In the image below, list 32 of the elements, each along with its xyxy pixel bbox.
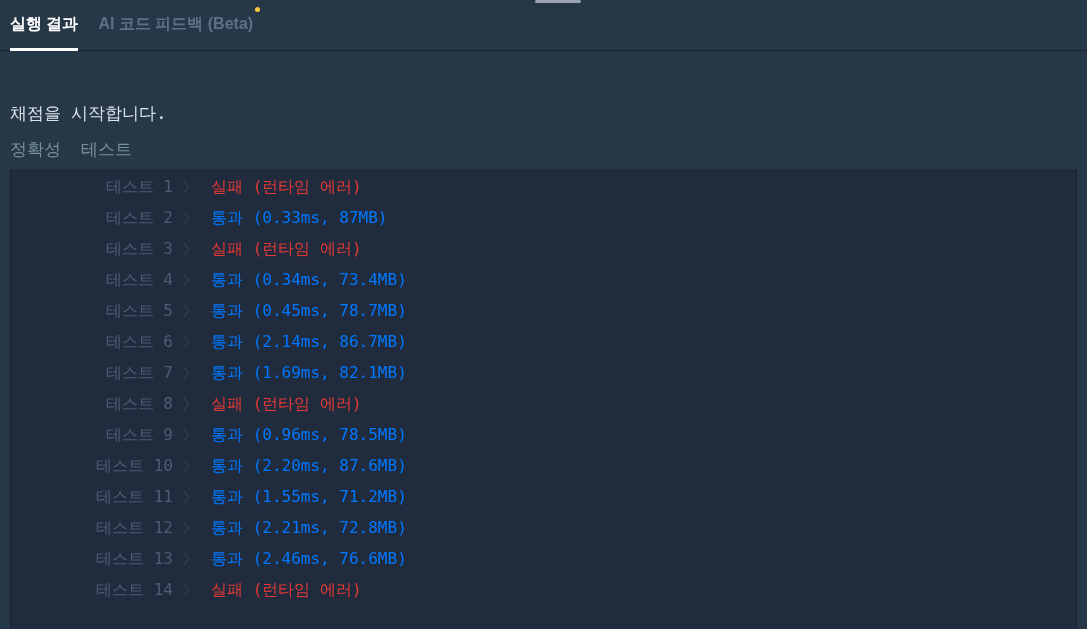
test-result: 실패 (런타임 에러) bbox=[211, 392, 362, 415]
chevron-right-icon bbox=[183, 210, 189, 225]
chevron-right-icon bbox=[183, 520, 189, 535]
test-result: 통과 (0.96ms, 78.5MB) bbox=[211, 423, 407, 446]
chevron-right-icon bbox=[183, 179, 189, 194]
test-result: 통과 (1.69ms, 82.1MB) bbox=[211, 361, 407, 384]
tab[interactable]: 실행 결과 bbox=[10, 0, 79, 51]
test-result: 통과 (1.55ms, 71.2MB) bbox=[211, 485, 407, 508]
test-result: 실패 (런타임 에러) bbox=[211, 175, 362, 198]
chevron-right-icon bbox=[183, 365, 189, 380]
chevron-right-icon bbox=[183, 427, 189, 442]
test-result: 통과 (2.21ms, 72.8MB) bbox=[211, 516, 407, 539]
chevron-right-icon bbox=[183, 396, 189, 411]
test-result: 통과 (2.14ms, 86.7MB) bbox=[211, 330, 407, 353]
chevron-right-icon bbox=[183, 551, 189, 566]
test-result: 통과 (0.34ms, 73.4MB) bbox=[211, 268, 407, 291]
test-result: 통과 (0.33ms, 87MB) bbox=[211, 206, 388, 229]
chevron-right-icon bbox=[183, 241, 189, 256]
chevron-right-icon bbox=[183, 489, 189, 504]
section-title: 정확성 테스트 bbox=[10, 138, 134, 161]
test-result: 통과 (2.46ms, 76.6MB) bbox=[211, 547, 407, 570]
chevron-right-icon bbox=[183, 272, 189, 287]
chevron-right-icon bbox=[183, 303, 189, 318]
test-result: 실패 (런타임 에러) bbox=[211, 578, 362, 601]
test-result: 통과 (2.20ms, 87.6MB) bbox=[211, 454, 407, 477]
test-result: 실패 (런타임 에러) bbox=[211, 237, 362, 260]
status-message: 채점을 시작합니다. bbox=[10, 102, 168, 125]
chevron-right-icon bbox=[183, 458, 189, 473]
chevron-right-icon bbox=[183, 334, 189, 349]
drag-handle[interactable] bbox=[535, 0, 581, 3]
chevron-right-icon bbox=[183, 582, 189, 597]
test-result: 통과 (0.45ms, 78.7MB) bbox=[211, 299, 407, 322]
